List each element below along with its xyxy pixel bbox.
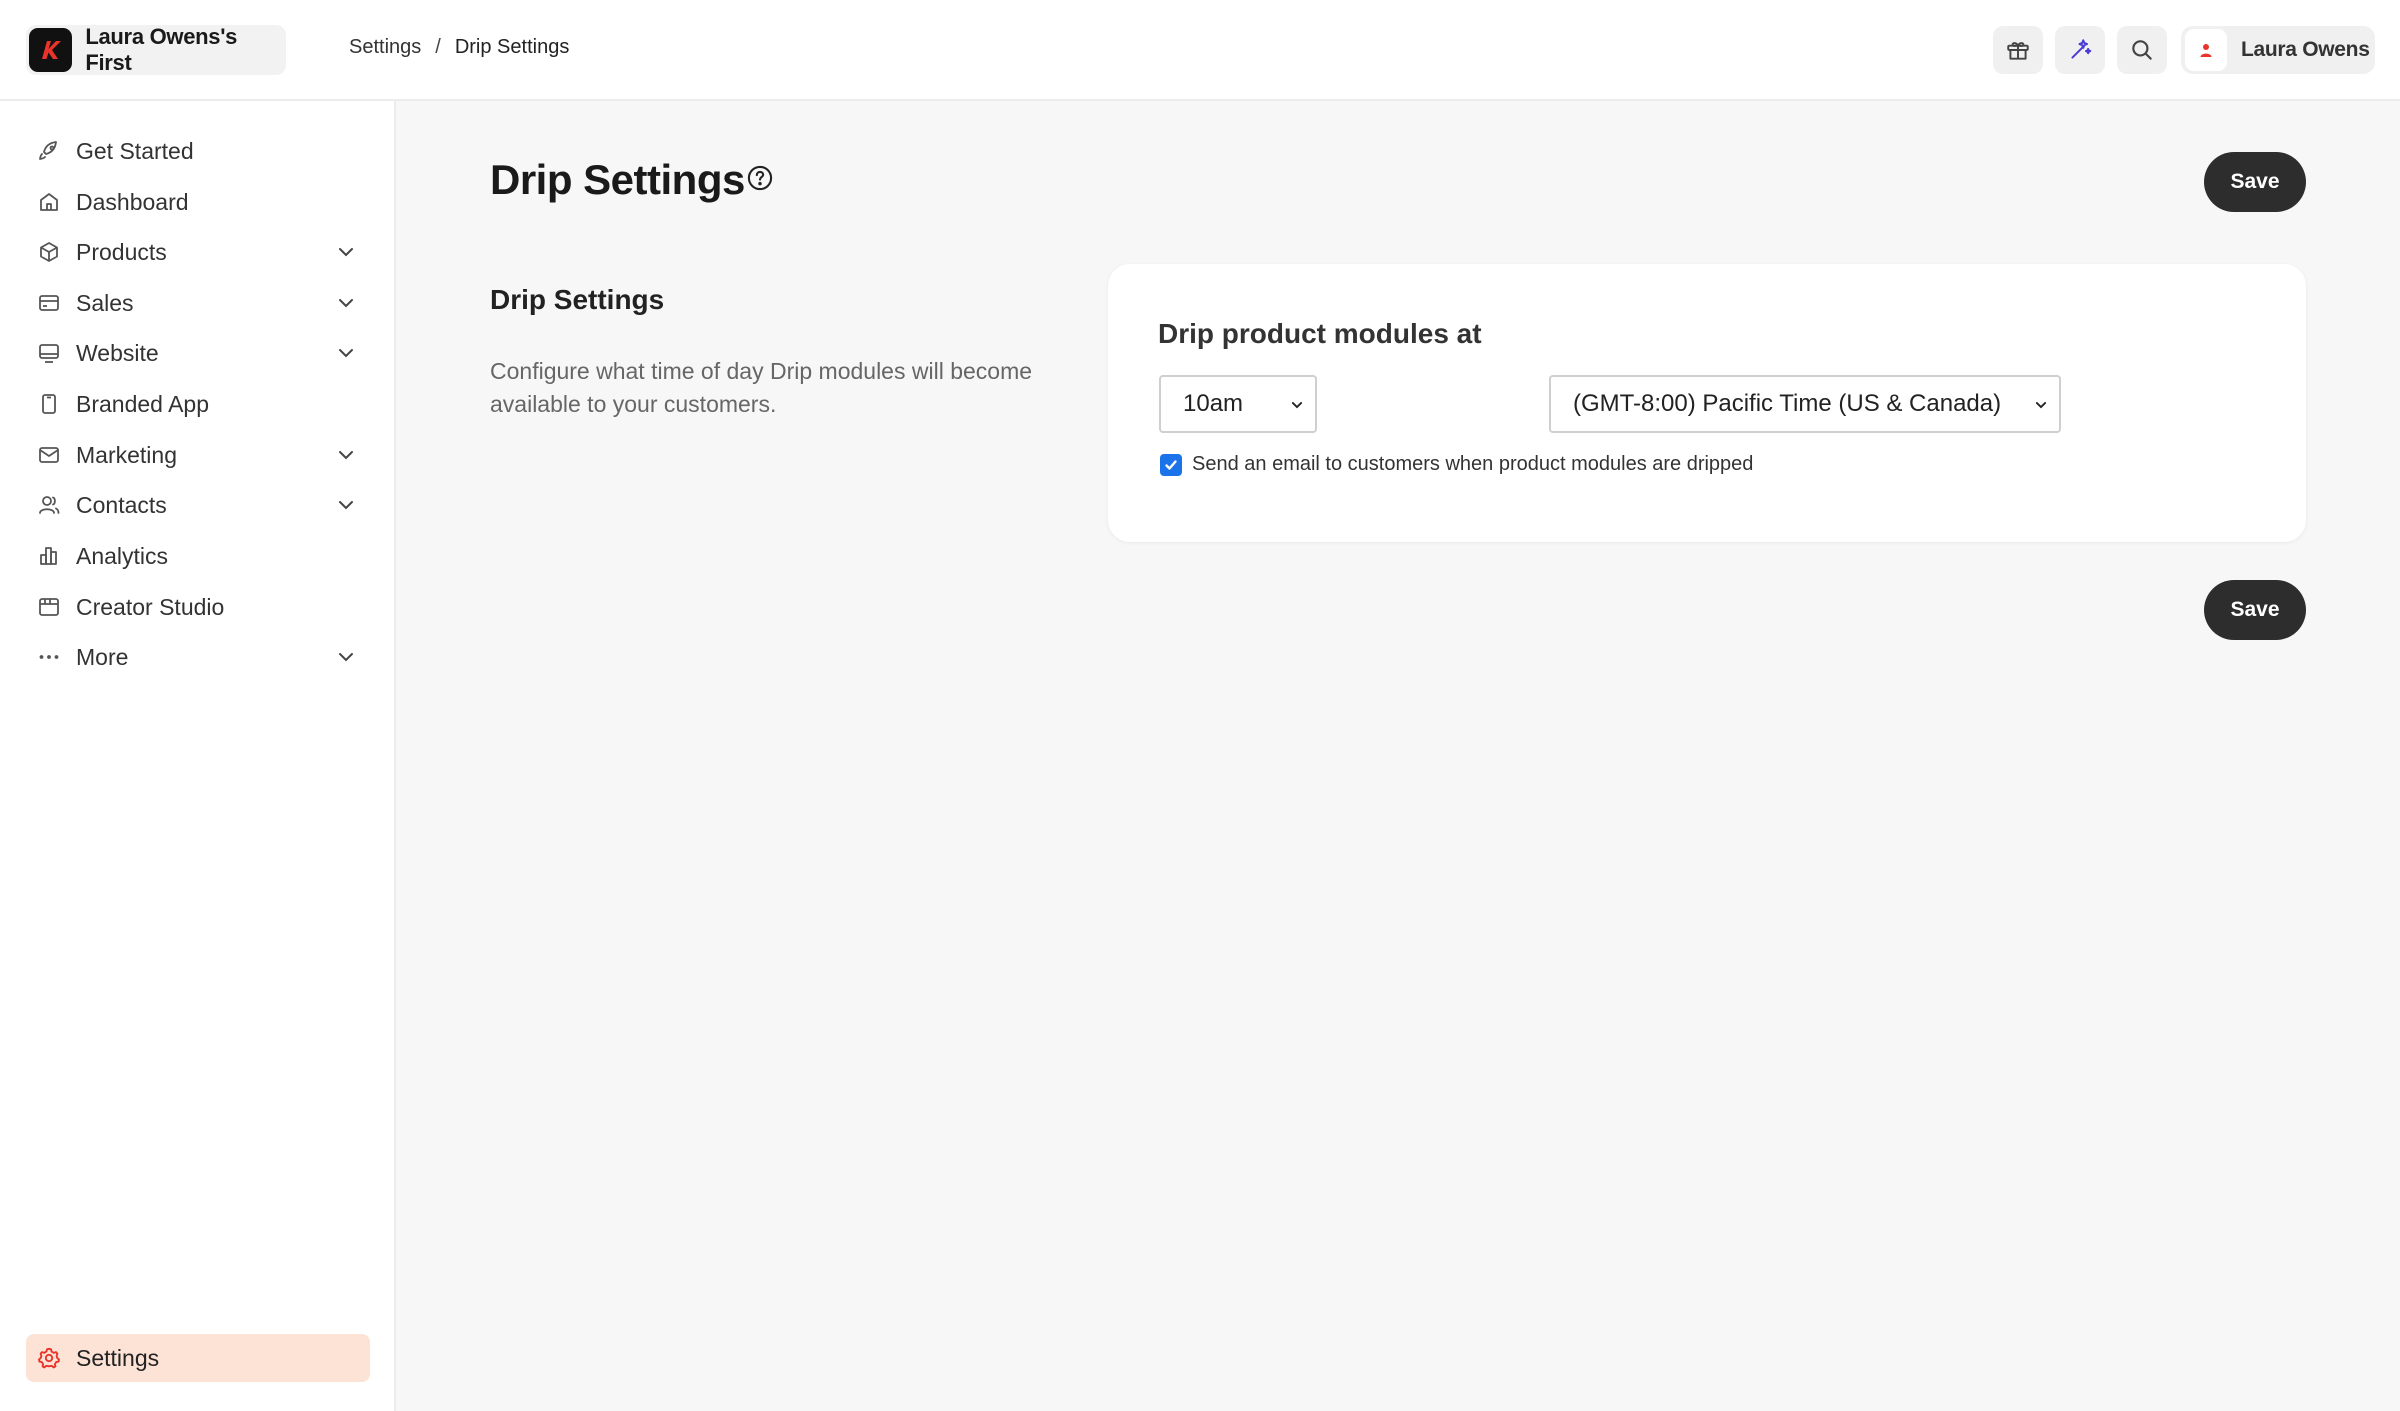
sidebar-item-label: Get Started [76, 137, 194, 164]
help-icon[interactable] [746, 164, 774, 192]
sidebar-item-products[interactable]: Products [26, 228, 370, 276]
sidebar-item-label: Website [76, 339, 159, 366]
chevron-down-icon [339, 349, 353, 358]
dots-icon [36, 644, 62, 670]
chevron-down-icon [2035, 402, 2047, 409]
user-icon [2200, 44, 2212, 57]
avatar [2185, 29, 2227, 71]
mail-icon [36, 442, 62, 468]
box-icon [36, 239, 62, 265]
sidebar-item-label: Sales [76, 289, 134, 316]
breadcrumb: Settings / Drip Settings [349, 36, 569, 59]
rocket-icon [36, 138, 62, 164]
sidebar-item-website[interactable]: Website [26, 329, 370, 377]
sidebar-item-more[interactable]: More [26, 633, 370, 681]
mobile-icon [36, 391, 62, 417]
credit-card-icon [36, 290, 62, 316]
chevron-down-icon [1291, 402, 1303, 409]
email-notify-checkbox[interactable] [1160, 454, 1182, 476]
sidebar-item-analytics[interactable]: Analytics [26, 532, 370, 580]
sparkle-icon [2071, 39, 2092, 59]
ai-assistant-button[interactable] [2055, 26, 2105, 74]
sidebar-item-label: Settings [76, 1344, 160, 1371]
sidebar-item-sales[interactable]: Sales [26, 279, 370, 327]
drip-settings-card: Drip product modules at 10am (GMT-8:00) … [1108, 264, 2306, 542]
gear-icon [36, 1345, 62, 1371]
sidebar-item-label: Products [76, 238, 167, 265]
gift-button[interactable] [1993, 26, 2043, 74]
top-bar: Laura Owens's First Settings / Drip Sett… [0, 0, 2400, 101]
chevron-down-icon [339, 501, 353, 510]
timezone-value: (GMT-8:00) Pacific Time (US & Canada) [1573, 390, 2002, 417]
home-icon [36, 189, 62, 215]
section-title: Drip Settings [490, 284, 665, 315]
brand-switcher[interactable]: Laura Owens's First [26, 24, 286, 75]
sidebar-item-creator-studio[interactable]: Creator Studio [26, 583, 370, 631]
monitor-icon [36, 340, 62, 366]
sidebar-item-settings[interactable]: Settings [26, 1334, 370, 1382]
calendar-icon [36, 594, 62, 620]
sidebar-item-marketing[interactable]: Marketing [26, 431, 370, 479]
chevron-down-icon [339, 248, 353, 257]
breadcrumb-separator: / [435, 36, 441, 58]
drip-time-select[interactable]: 10am [1159, 375, 1317, 433]
sidebar-item-label: Analytics [76, 542, 169, 569]
email-notify-label[interactable]: Send an email to customers when product … [1192, 453, 1753, 476]
brand-name: Laura Owens's First [85, 24, 238, 75]
chevron-down-icon [339, 451, 353, 460]
breadcrumb-settings-link[interactable]: Settings [349, 36, 421, 59]
checkmark-icon [1165, 460, 1177, 470]
gift-icon [2007, 42, 2029, 60]
sidebar: Get Started Dashboard Products Sales Web… [0, 101, 396, 1411]
search-icon [2132, 40, 2152, 60]
sidebar-item-contacts[interactable]: Contacts [26, 481, 370, 529]
sidebar-item-get-started[interactable]: Get Started [26, 127, 370, 175]
page-title: Drip Settings [490, 156, 745, 203]
timezone-select[interactable]: (GMT-8:00) Pacific Time (US & Canada) [1549, 375, 2061, 433]
sidebar-item-dashboard[interactable]: Dashboard [26, 178, 370, 226]
sidebar-item-branded-app[interactable]: Branded App [26, 380, 370, 428]
chevron-down-icon [339, 299, 353, 308]
user-name: Laura Owens [2241, 38, 2370, 61]
users-icon [36, 492, 62, 518]
card-title: Drip product modules at [1158, 318, 1482, 349]
drip-time-value: 10am [1183, 390, 1244, 417]
chevron-down-icon [339, 653, 353, 662]
bar-chart-icon [36, 543, 62, 569]
save-button-bottom[interactable]: Save [2204, 580, 2306, 640]
save-button-top[interactable]: Save [2204, 152, 2306, 212]
user-menu-button[interactable]: Laura Owens [2181, 26, 2375, 74]
sidebar-item-label: Contacts [76, 491, 167, 518]
sidebar-item-label: More [76, 643, 129, 670]
section-description: Configure what time of day Drip modules … [490, 358, 1033, 417]
sidebar-item-label: Marketing [76, 441, 177, 468]
sidebar-item-label: Dashboard [76, 188, 189, 215]
sidebar-item-label: Creator Studio [76, 593, 225, 620]
brand-logo [29, 28, 73, 72]
search-button[interactable] [2117, 26, 2167, 74]
sidebar-item-label: Branded App [76, 390, 210, 417]
breadcrumb-current: Drip Settings [454, 36, 570, 58]
